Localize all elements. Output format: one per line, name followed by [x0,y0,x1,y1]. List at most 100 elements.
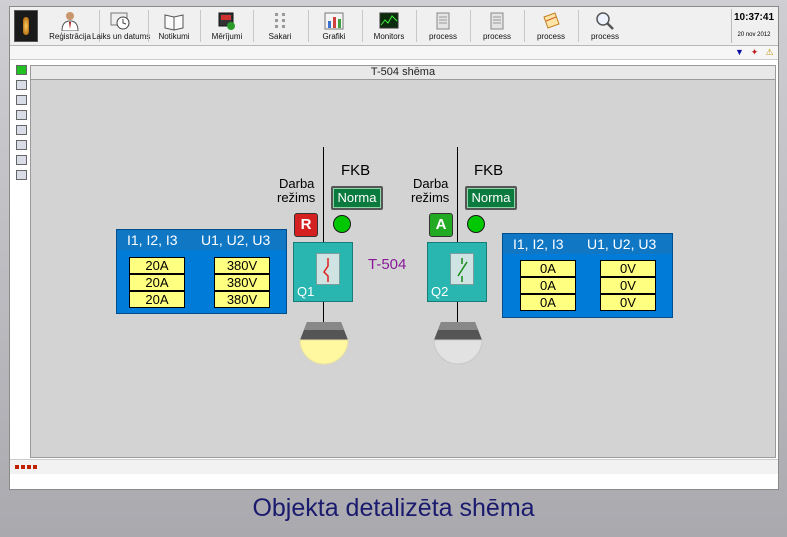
voltage-value: 0V [600,294,656,311]
current-header: I1, I2, I3 [127,232,178,248]
current-value: 0A [520,277,576,294]
dropdown-arrow-icon[interactable]: ▼ [734,47,745,58]
status-dot-icon [33,465,37,469]
current-value: 20A [129,274,185,291]
status-led-left [333,215,351,233]
status-led-right [467,215,485,233]
warning-icon[interactable]: ⚠ [764,47,775,58]
magnifier-icon [596,12,614,30]
toolbar-button-label: process [590,32,619,41]
measurement-header: I1, I2, I3 U1, U2, U3 [117,230,286,250]
toolbar-button-process-3[interactable]: process [527,9,575,43]
voltage-value: 380V [214,291,270,308]
app-logo-icon [14,10,38,42]
measurement-panel-left: I1, I2, I3 U1, U2, U3 20A 20A 20A 380V 3… [116,229,287,314]
current-header: I1, I2, I3 [513,236,564,252]
toolbar-button-label: process [482,32,511,41]
rezims-label-left: režims [277,190,316,205]
breaker-window [450,253,474,285]
notes-icon [543,12,560,29]
status-dot-icon [21,465,25,469]
toolbar-button-label: Laiks un datums [92,32,151,41]
toolbar-button-grafiki[interactable]: Grafiki [310,9,358,43]
norma-indicator-right: Norma [465,186,517,210]
document-icon [436,12,450,30]
busbar-wire-right [457,147,458,242]
tool-panel-icon[interactable] [16,125,27,135]
current-value: 0A [520,260,576,277]
breaker-q1[interactable]: Q1 [293,242,353,302]
clock-date: 20 nov 2012 [737,32,771,38]
toolbar-button-registracija[interactable]: Reģistrācija [43,9,97,43]
current-value: 20A [129,291,185,308]
breaker-contact-open-icon [457,258,468,282]
tool-green-icon[interactable] [16,65,27,75]
pin-icon[interactable]: ✦ [749,47,760,58]
darba-label-right: Darba [413,176,449,191]
slide-caption: Objekta detalizēta shēma [252,494,535,522]
toolbar-button-notikumi[interactable]: Notikumi [150,9,198,43]
toolbar-button-process-1[interactable]: process [419,9,467,43]
schema-title: T-504 shēma [31,66,775,80]
document-icon [490,12,504,30]
toolbar-button-monitors[interactable]: Monitors [365,9,413,43]
lamp-off-icon [433,322,483,365]
feeder-label: T-504 [368,256,407,273]
fkb-label-right: FKB [474,162,504,179]
toolbar-button-label: Notikumi [158,32,190,41]
toolbar-button-merijumi[interactable]: Mērījumi [203,9,251,43]
breaker-window [316,253,340,285]
voltage-header: U1, U2, U3 [201,232,271,248]
main-toolbar: Reģistrācija Laiks un datums Notikumi Mē… [10,7,778,46]
tool-text-icon[interactable] [16,140,27,150]
monitor-icon [379,12,399,29]
mode-button-left[interactable]: R [294,213,318,237]
toolbar-button-label: process [428,32,457,41]
clock-icon [110,12,130,30]
toolbar-button-process-4[interactable]: process [581,9,629,43]
chart-icon [324,12,344,30]
measurement-header: I1, I2, I3 U1, U2, U3 [503,234,672,254]
toolbar-button-sakari[interactable]: Sakari [256,9,304,43]
person-icon [61,12,79,31]
book-icon [164,14,184,31]
breaker-label: Q2 [431,284,449,299]
toolbar-button-label: Sakari [268,32,292,41]
measurement-panel-right: I1, I2, I3 U1, U2, U3 0A 0A 0A 0V 0V 0V [502,233,673,318]
current-value: 20A [129,257,185,274]
mode-button-right[interactable]: A [429,213,453,237]
tool-window-icon[interactable] [16,95,27,105]
feeder-wire-right [457,300,458,322]
voltage-value: 0V [600,277,656,294]
rezims-label-right: režims [411,190,450,205]
status-dot-icon [27,465,31,469]
voltage-header: U1, U2, U3 [587,236,657,252]
busbar-wire-left [323,147,324,242]
clock-time: 10:37:41 [733,12,775,23]
toolbar-button-process-2[interactable]: process [473,9,521,43]
clock-panel: 10:37:41 20 nov 2012 [731,9,776,43]
toolbar-button-laiks[interactable]: Laiks un datums [92,9,151,43]
status-bar [10,459,778,474]
breaker-contact-closed-icon [323,258,329,282]
toolbar-button-label: Grafiki [322,32,346,41]
tool-print-icon[interactable] [16,155,27,165]
toolbar-button-label: process [536,32,565,41]
toolbar-button-label: Reģistrācija [49,32,91,41]
toolbar-button-label: Monitors [373,32,405,41]
tool-grid-icon[interactable] [16,80,27,90]
fkb-label-left: FKB [341,162,371,179]
darba-label-left: Darba [279,176,315,191]
toolbar-button-label: Mērījumi [211,32,243,41]
breaker-q2[interactable]: Q2 [427,242,487,302]
left-tool-palette [13,65,27,185]
norma-indicator-left: Norma [331,186,383,210]
current-value: 0A [520,294,576,311]
voltage-value: 380V [214,274,270,291]
meter-icon [218,12,235,30]
status-dot-icon [15,465,19,469]
tool-settings-icon[interactable] [16,170,27,180]
tool-list-icon[interactable] [16,110,27,120]
feeder-wire-left [323,300,324,322]
voltage-value: 0V [600,260,656,277]
